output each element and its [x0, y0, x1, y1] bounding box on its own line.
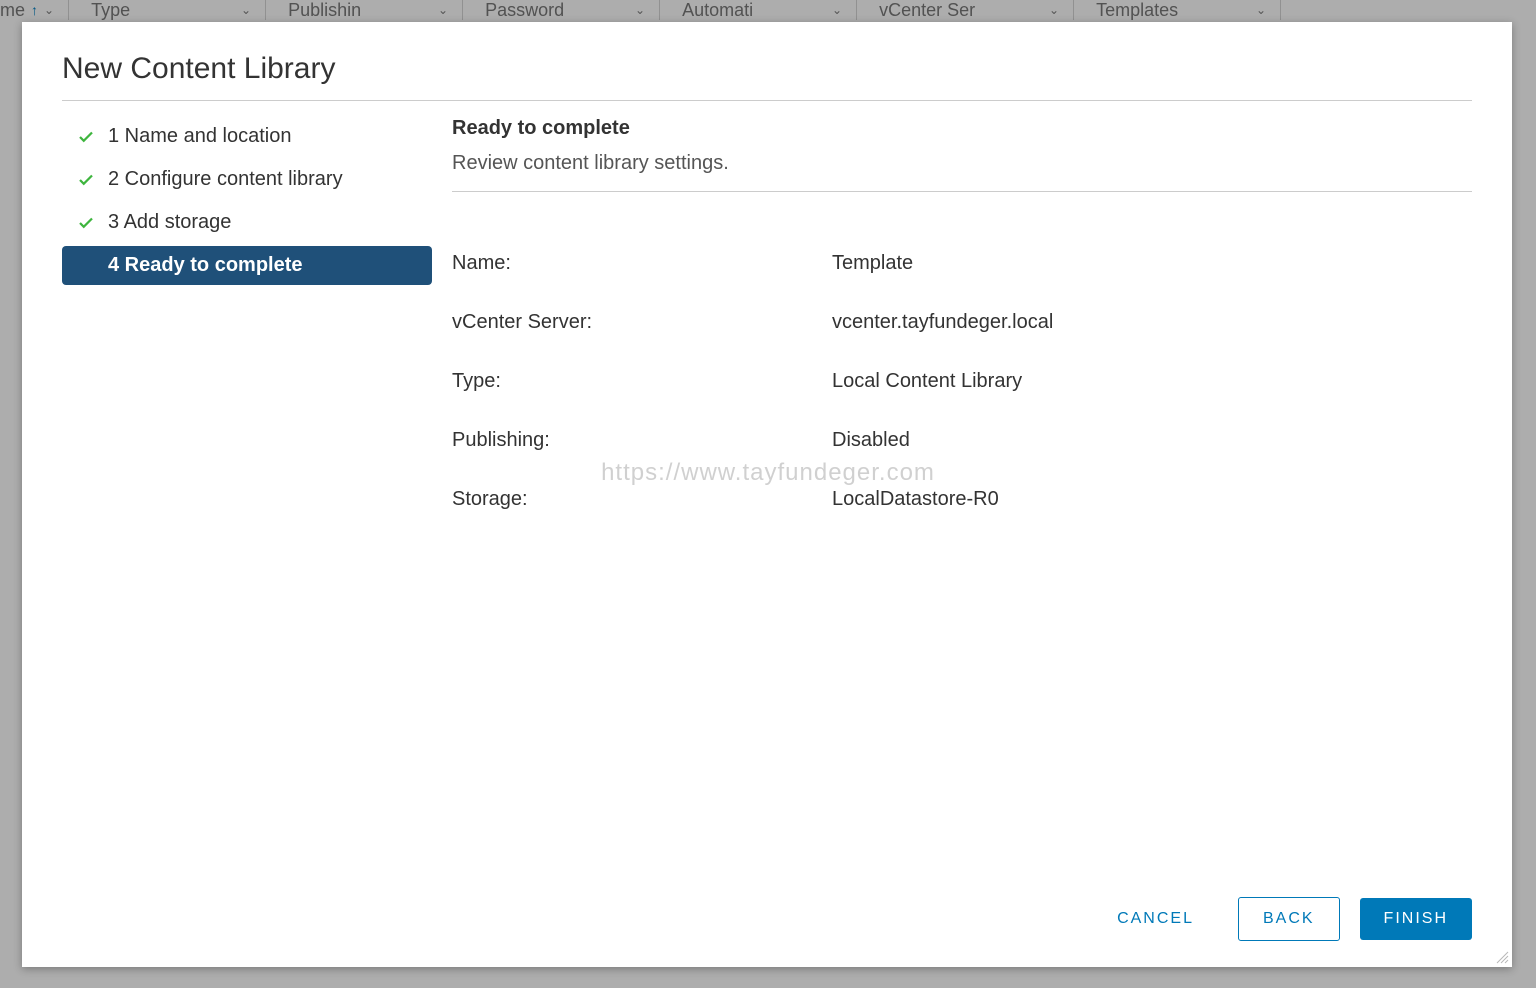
- modal-title: New Content Library: [62, 52, 1472, 101]
- content-subheading: Review content library settings.: [452, 152, 1472, 175]
- step-label: 2 Configure content library: [108, 168, 343, 191]
- row-storage: Storage: LocalDatastore-R0: [452, 488, 1472, 511]
- label-type: Type:: [452, 370, 832, 393]
- step-label: 1 Name and location: [108, 125, 291, 148]
- step-configure-library[interactable]: 2 Configure content library: [62, 160, 432, 199]
- content-heading: Ready to complete: [452, 117, 1472, 140]
- check-icon: [76, 214, 96, 232]
- step-label: 3 Add storage: [108, 211, 231, 234]
- wizard-steps: 1 Name and location 2 Configure content …: [62, 117, 442, 947]
- value-name: Template: [832, 252, 1472, 275]
- new-content-library-modal: New Content Library 1 Name and location: [22, 22, 1512, 967]
- row-name: Name: Template: [452, 252, 1472, 275]
- label-publishing: Publishing:: [452, 429, 832, 452]
- resize-handle-icon[interactable]: [1495, 950, 1509, 964]
- content-header: Ready to complete Review content library…: [452, 117, 1472, 192]
- check-icon: [76, 171, 96, 189]
- step-ready-complete[interactable]: 4 Ready to complete: [62, 246, 432, 285]
- label-name: Name:: [452, 252, 832, 275]
- value-publishing: Disabled: [832, 429, 1472, 452]
- value-storage: LocalDatastore-R0: [832, 488, 1472, 511]
- check-icon: [76, 128, 96, 146]
- row-vcenter: vCenter Server: vcenter.tayfundeger.loca…: [452, 311, 1472, 334]
- summary-table: Name: Template vCenter Server: vcenter.t…: [452, 252, 1472, 511]
- step-name-location[interactable]: 1 Name and location: [62, 117, 432, 156]
- wizard-content: Ready to complete Review content library…: [442, 117, 1472, 947]
- row-type: Type: Local Content Library: [452, 370, 1472, 393]
- value-type: Local Content Library: [832, 370, 1472, 393]
- step-label: 4 Ready to complete: [108, 254, 303, 277]
- cancel-button[interactable]: CANCEL: [1093, 898, 1218, 940]
- label-vcenter: vCenter Server:: [452, 311, 832, 334]
- modal-footer: CANCEL BACK FINISH: [62, 897, 1472, 941]
- label-storage: Storage:: [452, 488, 832, 511]
- value-vcenter: vcenter.tayfundeger.local: [832, 311, 1472, 334]
- back-button[interactable]: BACK: [1238, 897, 1340, 941]
- step-add-storage[interactable]: 3 Add storage: [62, 203, 432, 242]
- row-publishing: Publishing: Disabled: [452, 429, 1472, 452]
- finish-button[interactable]: FINISH: [1360, 898, 1472, 940]
